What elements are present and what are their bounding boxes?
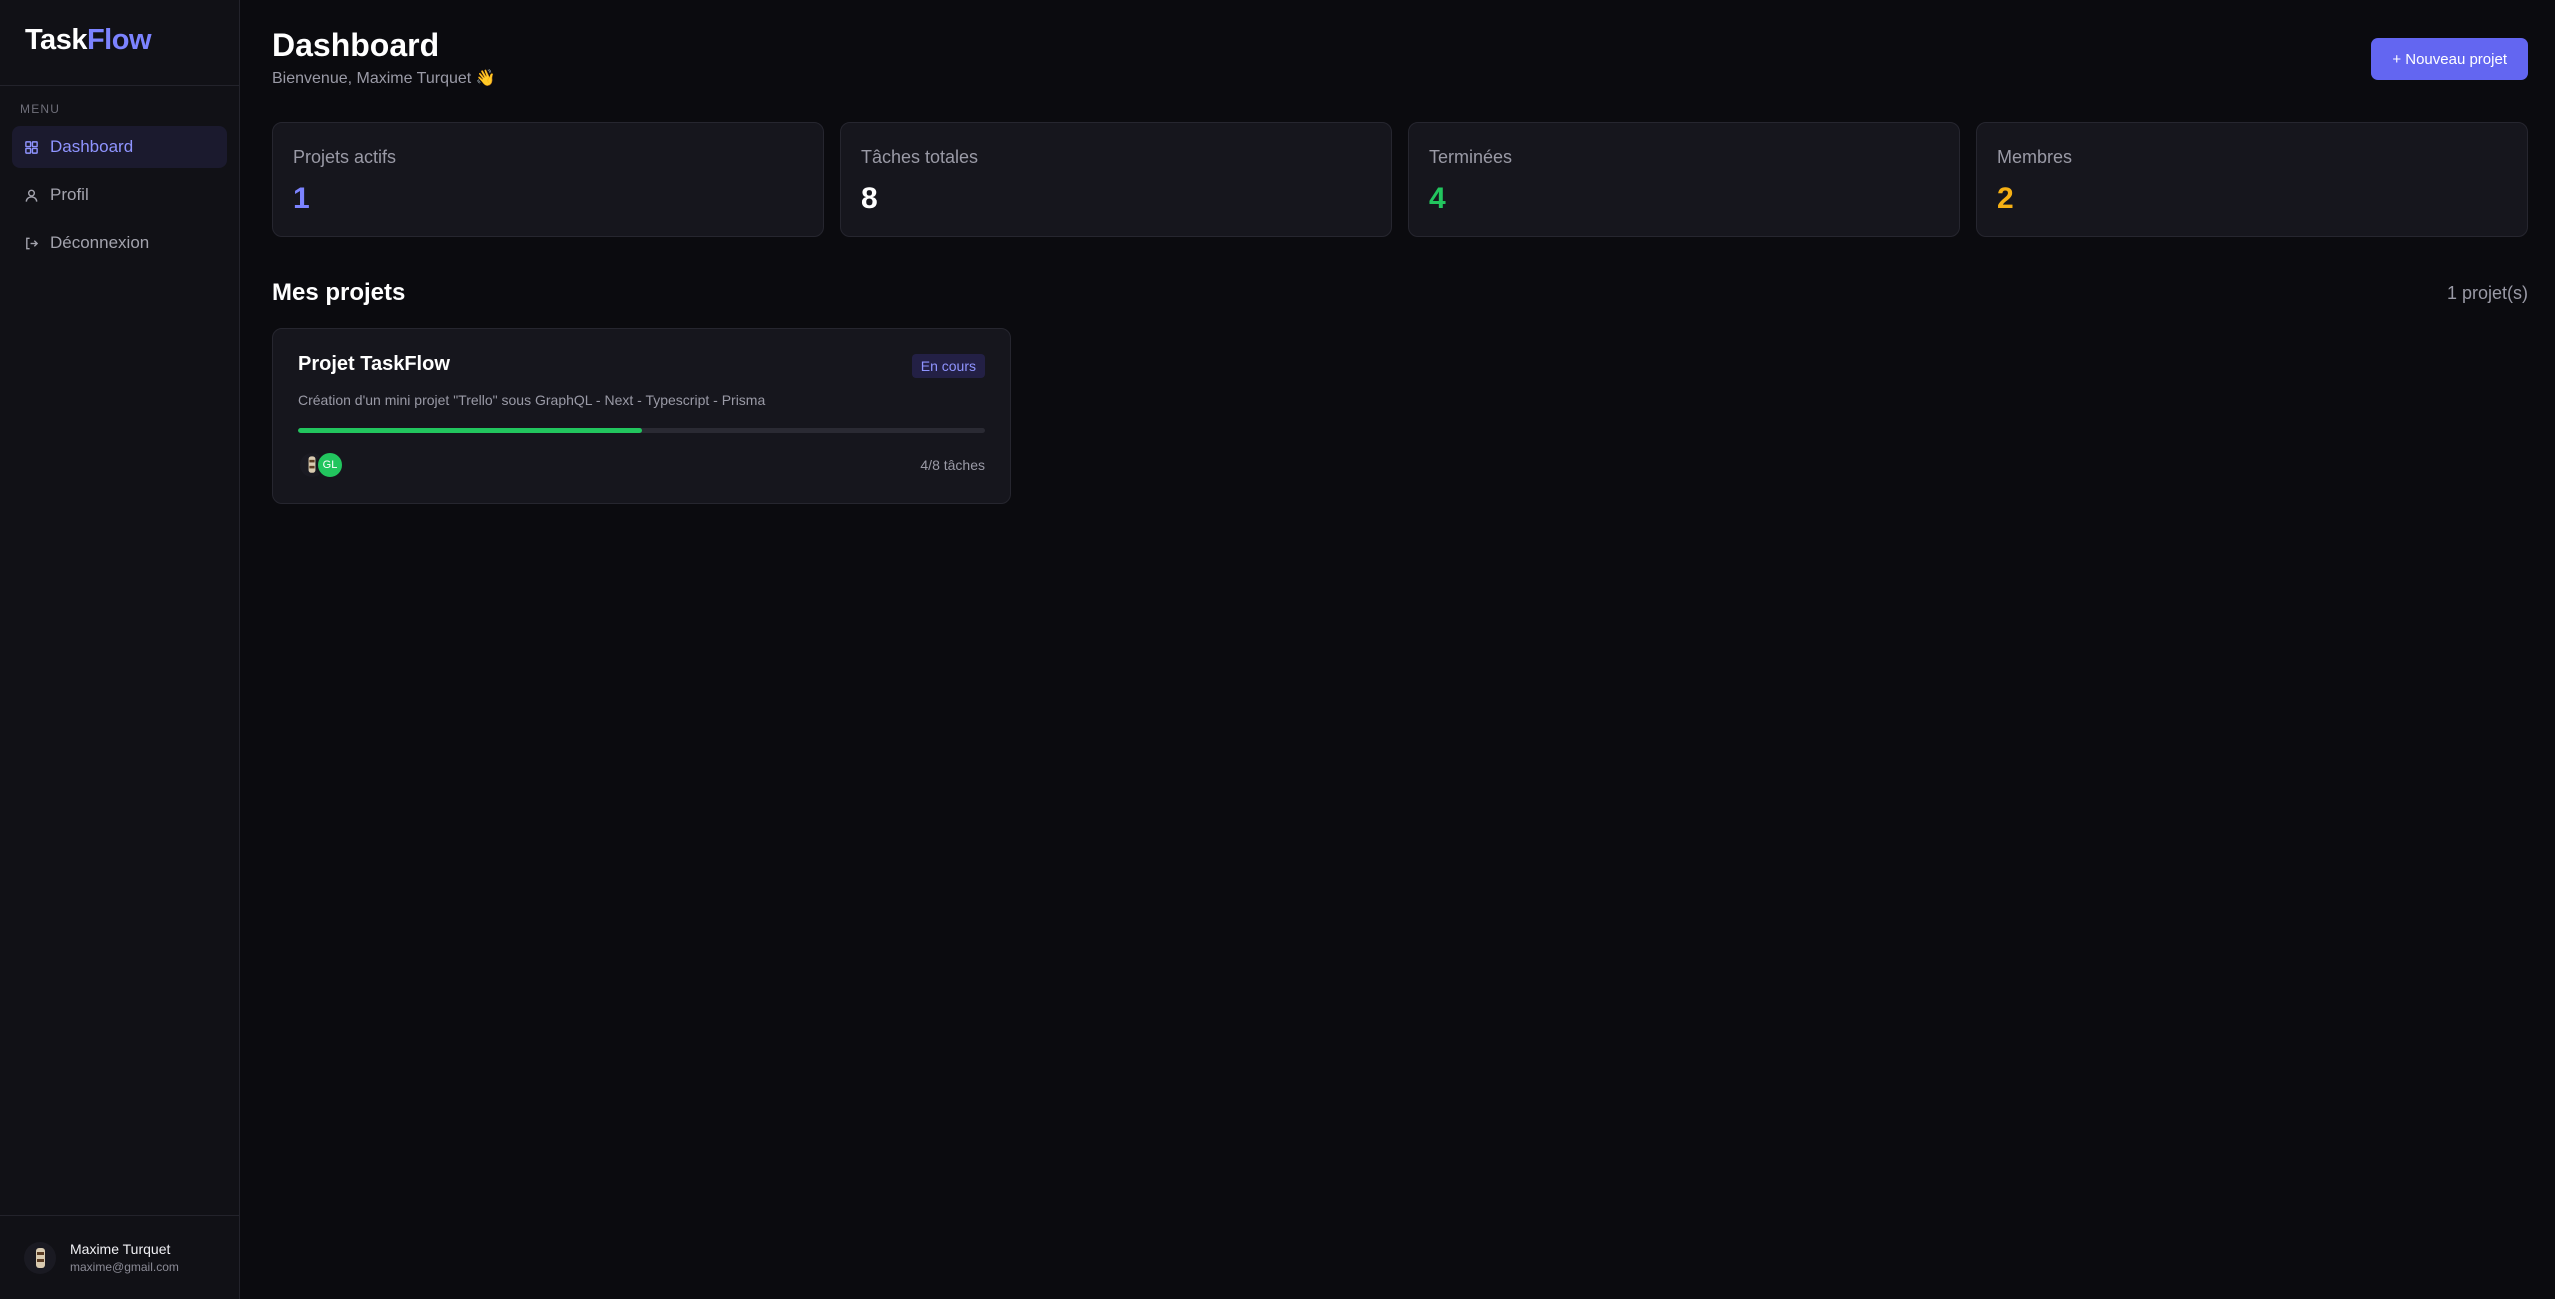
page-subtitle: Bienvenue, Maxime Turquet 👋 (272, 70, 496, 87)
stats-row: Projets actifs 1 Tâches totales 8 Termin… (272, 122, 2528, 237)
sidebar-user[interactable]: Maxime Turquet maxime@gmail.com (0, 1215, 239, 1299)
project-title: Projet TaskFlow (298, 353, 450, 375)
progress-bar (298, 428, 985, 433)
app-logo[interactable]: TaskFlow (0, 0, 239, 86)
page-header: Dashboard Bienvenue, Maxime Turquet 👋 + … (272, 0, 2528, 122)
stat-card-completed: Terminées 4 (1408, 122, 1960, 237)
section-title: Mes projets (272, 279, 406, 306)
stat-label: Tâches totales (861, 147, 979, 167)
project-count: 1 projet(s) (2446, 282, 2528, 303)
stat-value: 2 (1997, 182, 2014, 215)
sidebar-item-deconnexion[interactable]: Déconnexion (12, 222, 227, 264)
user-info: Maxime Turquet maxime@gmail.com (70, 1241, 179, 1274)
user-name: Maxime Turquet (70, 1241, 171, 1257)
project-card[interactable]: Projet TaskFlow En cours Création d'un m… (272, 328, 1011, 504)
sidebar-item-label: Déconnexion (50, 233, 150, 252)
stat-label: Membres (1997, 147, 2073, 167)
project-footer: GL 4/8 tâches (298, 451, 985, 479)
sidebar-item-label: Profil (50, 185, 89, 204)
new-project-button[interactable]: + Nouveau projet (2371, 38, 2528, 80)
stat-value: 8 (861, 182, 878, 215)
page-title: Dashboard (272, 27, 440, 63)
logo-task: Task (25, 24, 87, 56)
grid-icon (25, 140, 38, 154)
stat-card-total-tasks: Tâches totales 8 (840, 122, 1392, 237)
project-description: Création d'un mini projet "Trello" sous … (298, 392, 766, 408)
app-root: TaskFlow MENU Dashboard Profil Déconnexi… (0, 0, 2555, 1299)
status-badge: En cours (911, 354, 985, 378)
progress-fill (298, 428, 642, 433)
avatar-icon (36, 1247, 45, 1268)
sidebar-nav: Dashboard Profil Déconnexion (0, 126, 239, 270)
projects-section-header: Mes projets 1 projet(s) (272, 279, 2528, 307)
stat-label: Terminées (1429, 147, 1513, 167)
stat-value: 4 (1429, 182, 1446, 215)
main-content: Dashboard Bienvenue, Maxime Turquet 👋 + … (240, 0, 2555, 1299)
stat-label: Projets actifs (293, 147, 397, 167)
sidebar-item-dashboard[interactable]: Dashboard (12, 126, 227, 168)
stat-value: 1 (293, 182, 310, 215)
logout-icon (26, 237, 39, 249)
stat-card-members: Membres 2 (1976, 122, 2528, 237)
stat-card-active-projects: Projets actifs 1 (272, 122, 824, 237)
avatar-initials: GL (316, 451, 344, 479)
sidebar-item-profil[interactable]: Profil (12, 174, 227, 216)
logo-flow: Flow (86, 24, 152, 56)
user-email: maxime@gmail.com (70, 1260, 179, 1274)
avatar (24, 1241, 56, 1274)
user-icon (25, 189, 38, 202)
sidebar: TaskFlow MENU Dashboard Profil Déconnexi… (0, 0, 240, 1299)
member-avatars: GL (298, 451, 344, 479)
sidebar-item-label: Dashboard (50, 137, 134, 156)
menu-label: MENU (20, 102, 61, 116)
task-count: 4/8 tâches (920, 457, 985, 473)
